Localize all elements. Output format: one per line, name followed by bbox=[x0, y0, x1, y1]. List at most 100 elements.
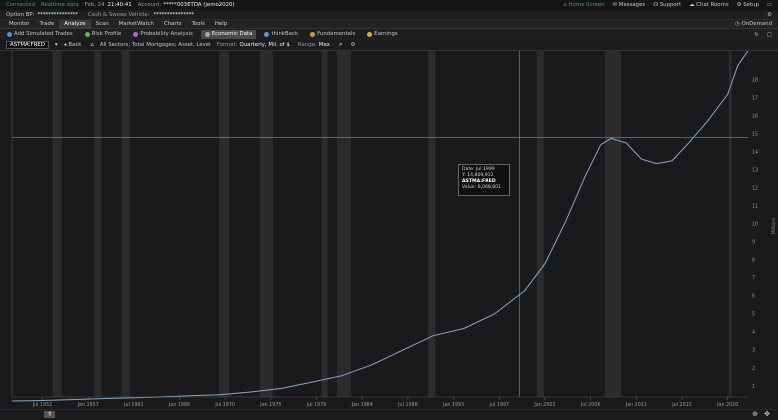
y-tick-label: 12 bbox=[752, 186, 758, 192]
x-tick-label: Jan 1957 bbox=[77, 402, 99, 408]
fundamentals-icon bbox=[310, 32, 316, 37]
tab-analyze[interactable]: Analyze bbox=[59, 19, 91, 29]
recession-band bbox=[604, 51, 622, 397]
y-tick-label: 6 bbox=[752, 294, 755, 300]
y-tick-label: 17 bbox=[752, 95, 758, 101]
recession-band bbox=[219, 51, 230, 397]
home-icon[interactable]: ⌂ bbox=[90, 42, 93, 48]
tab-monitor[interactable]: Monitor bbox=[4, 20, 35, 29]
recession-band bbox=[728, 51, 732, 397]
recession-band bbox=[321, 51, 328, 397]
tooltip-date: Jul 1999 bbox=[476, 167, 495, 172]
layout-icon[interactable]: ▭ bbox=[767, 2, 772, 8]
status-time: 21:40:41 bbox=[107, 2, 132, 8]
option-bp-label: Option BP: bbox=[6, 11, 35, 18]
y-axis-label: Millions bbox=[771, 217, 777, 234]
economic-data-icon bbox=[204, 32, 210, 37]
chart-svg: Jul 1952 Jan 1957 Jul 1961 Jan 1966 Jul 1970… bbox=[11, 50, 777, 408]
setup-button[interactable]: ⚙ Setup bbox=[737, 2, 759, 8]
series-description: All Sectors; Total Mortgages; Asset, Lev… bbox=[99, 42, 211, 48]
tab-trade[interactable]: Trade bbox=[35, 20, 60, 29]
y-tick-label: 18 bbox=[752, 77, 758, 83]
thinkback-icon bbox=[264, 32, 270, 37]
account-selector[interactable]: *****0036TDA (jemo2020) bbox=[163, 2, 234, 8]
probability-icon bbox=[133, 32, 139, 37]
cash-value: *************** bbox=[153, 11, 194, 18]
economic-data-toolbar: ASTMA:FRED ▾ ◂ Back ⌂ All Sectors; Total… bbox=[0, 40, 778, 51]
cash-label: Cash & Sweep Vehicle: bbox=[87, 11, 150, 18]
tab-scan[interactable]: Scan bbox=[91, 20, 114, 29]
range-label: Range: bbox=[297, 42, 317, 48]
y-tick-label: 8 bbox=[752, 258, 755, 264]
analyze-subtabs: Add Simulated Trades Risk Profile Probabil… bbox=[0, 29, 778, 40]
x-tick-label: Jul 1970 bbox=[214, 402, 235, 408]
economic-data-chart[interactable]: Jul 1952 Jan 1957 Jul 1961 Jan 1966 Jul 1970… bbox=[0, 50, 778, 409]
x-tick-label: Jul 2006 bbox=[580, 402, 601, 408]
tooltip-value: 6,068,601 bbox=[477, 185, 502, 190]
subtab-earnings[interactable]: Earnings bbox=[363, 30, 401, 39]
earnings-icon bbox=[367, 32, 373, 37]
symbol-input[interactable]: ASTMA:FRED bbox=[6, 41, 49, 49]
x-tick-label: Jan 2020 bbox=[716, 402, 738, 408]
back-button[interactable]: ◂ Back bbox=[64, 42, 82, 48]
x-tick-label: Jan 2002 bbox=[533, 402, 555, 408]
x-tick-label: Jan 1975 bbox=[259, 402, 281, 408]
x-tick-label: Jan 1984 bbox=[351, 402, 373, 408]
crosshair-tooltip: Date: Jul 1999 Y: 14,809,912 ASTMA:FRED … bbox=[458, 164, 510, 196]
y-tick-label: 4 bbox=[752, 330, 755, 336]
tab-marketwatch[interactable]: MarketWatch bbox=[114, 20, 159, 29]
y-tick-label: 11 bbox=[752, 204, 758, 210]
tooltip-y: 14,809,912 bbox=[467, 173, 494, 178]
symbol-dropdown-icon[interactable]: ▾ bbox=[55, 42, 58, 48]
format-selector[interactable]: Quarterly, Mil. of $ bbox=[239, 42, 289, 48]
messages-button[interactable]: ✉ Messages bbox=[613, 2, 646, 8]
home-screen-button[interactable]: ⌂ Home Screen bbox=[563, 2, 604, 8]
x-tick-label: Jul 1961 bbox=[123, 402, 144, 408]
back-arrow-icon: ◂ bbox=[63, 42, 67, 48]
subtab-economic-data[interactable]: Economic Data bbox=[200, 30, 257, 39]
y-tick-label: 1 bbox=[752, 384, 755, 390]
tab-tools[interactable]: Tools bbox=[187, 20, 210, 29]
share-icon[interactable]: ⇗ bbox=[338, 42, 343, 48]
recession-band bbox=[52, 51, 62, 397]
y-tick-label: 3 bbox=[752, 348, 755, 354]
x-tick-label: Jul 1979 bbox=[306, 402, 327, 408]
status-bar: Connected Realtime data Feb, 24 21:40:41… bbox=[0, 0, 778, 10]
buying-power-bar: Option BP: *************** Cash & Sweep … bbox=[0, 10, 778, 20]
tab-charts[interactable]: Charts bbox=[159, 20, 187, 29]
y-tick-label: 14 bbox=[752, 150, 758, 156]
subtab-thinkback[interactable]: thinkBack bbox=[260, 30, 302, 39]
tab-help[interactable]: Help bbox=[210, 20, 232, 29]
chart-bottom-bar: ⇑ ⊕ ✥ bbox=[0, 409, 778, 420]
range-selector[interactable]: Max bbox=[319, 42, 330, 48]
refresh-icon[interactable]: ↻ bbox=[754, 32, 759, 38]
subtab-probability-analysis[interactable]: Probability Analysis bbox=[129, 30, 196, 39]
ondemand-button[interactable]: ◷ OnDemand bbox=[735, 21, 772, 27]
risk-profile-icon bbox=[84, 32, 90, 37]
gear-icon[interactable]: ⚙ bbox=[767, 12, 772, 18]
connection-status: Connected bbox=[6, 2, 36, 8]
subtab-risk-profile[interactable]: Risk Profile bbox=[81, 30, 126, 39]
format-label: Format: bbox=[216, 42, 238, 48]
x-tick-label: Jul 1997 bbox=[489, 402, 510, 408]
y-tick-label: 5 bbox=[752, 312, 755, 318]
pan-icon[interactable]: ✥ bbox=[764, 410, 770, 418]
y-tick-label: 10 bbox=[752, 222, 758, 228]
subtab-add-simulated-trades[interactable]: Add Simulated Trades bbox=[3, 30, 77, 39]
collapse-icon[interactable]: ⇑ bbox=[44, 411, 56, 418]
main-tabs: Monitor Trade Analyze Scan MarketWatch Charts… bbox=[0, 19, 778, 29]
y-tick-label: 16 bbox=[752, 113, 758, 119]
x-tick-label: Jan 2011 bbox=[625, 402, 647, 408]
support-button[interactable]: ☊ Support bbox=[653, 2, 681, 8]
window-icon[interactable]: ▢ bbox=[767, 32, 772, 38]
chat-rooms-button[interactable]: ☁ Chat Rooms bbox=[689, 2, 729, 8]
subtab-fundamentals[interactable]: Fundamentals bbox=[306, 30, 359, 39]
x-tick-label: Jul 1952 bbox=[32, 402, 53, 408]
realtime-status: Realtime data bbox=[41, 2, 79, 8]
y-tick-label: 15 bbox=[752, 131, 758, 137]
zoom-icon[interactable]: ⊕ bbox=[752, 410, 758, 418]
settings-icon[interactable]: ⚙ bbox=[350, 42, 355, 48]
status-date: Feb, 24 bbox=[84, 2, 105, 8]
recession-band bbox=[259, 51, 273, 397]
option-bp-value: *************** bbox=[37, 11, 78, 18]
